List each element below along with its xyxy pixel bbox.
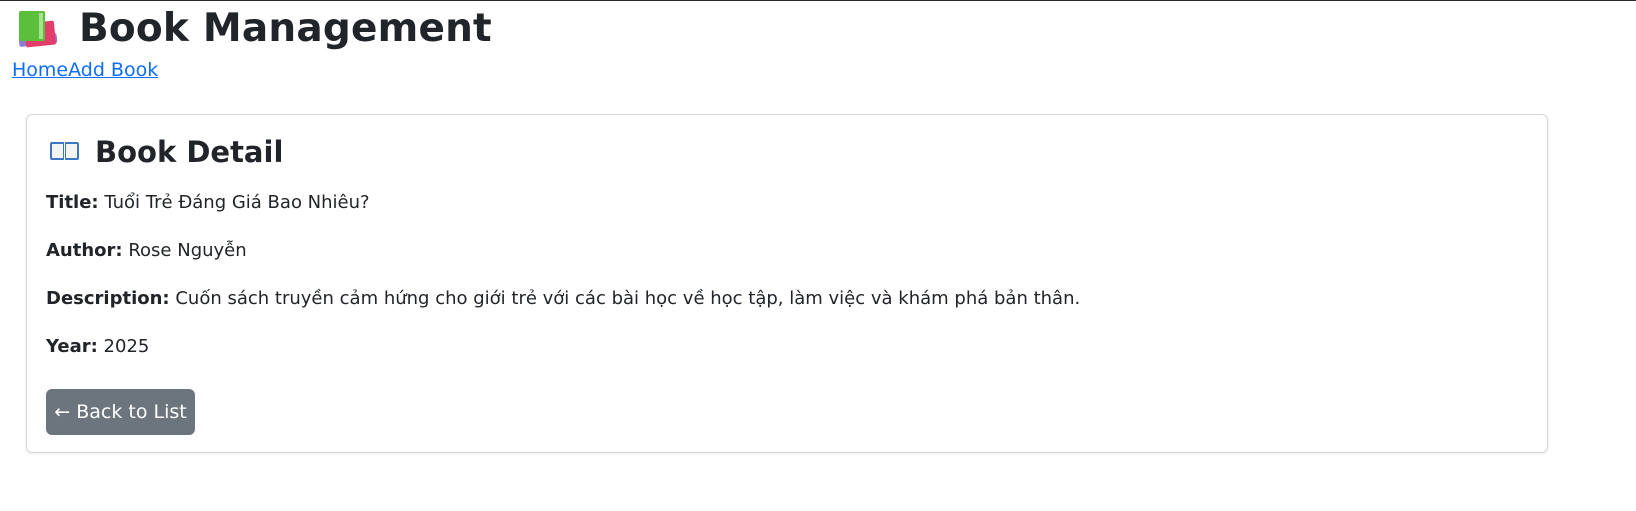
field-author: Author: Rose Nguyễn	[46, 240, 247, 261]
book-detail-card: Book Detail Title: Tuổi Trẻ Đáng Giá Bao…	[26, 114, 1548, 453]
back-to-list-button[interactable]: ← Back to List	[46, 389, 195, 435]
nav-link-home[interactable]: Home	[12, 59, 68, 81]
field-author-label: Author:	[46, 240, 123, 261]
field-title-label: Title:	[46, 192, 99, 213]
open-book-icon	[49, 140, 81, 164]
nav-link-add-book[interactable]: Add Book	[68, 59, 158, 81]
field-year-value: 2025	[103, 336, 150, 357]
field-title: Title: Tuổi Trẻ Đáng Giá Bao Nhiêu?	[46, 192, 370, 213]
top-border	[0, 0, 1636, 1]
books-icon	[17, 9, 61, 48]
card-header: Book Detail	[49, 135, 283, 169]
field-year: Year: 2025	[46, 336, 149, 357]
app-header: Book Management	[17, 2, 492, 54]
field-description-label: Description:	[46, 288, 170, 309]
card-heading: Book Detail	[95, 135, 284, 169]
field-year-label: Year:	[46, 336, 98, 357]
top-nav: Home Add Book	[12, 59, 158, 81]
field-title-value: Tuổi Trẻ Đáng Giá Bao Nhiêu?	[104, 192, 370, 213]
field-author-value: Rose Nguyễn	[128, 240, 247, 261]
field-description-value: Cuốn sách truyền cảm hứng cho giới trẻ v…	[175, 288, 1081, 309]
page-title: Book Management	[79, 5, 492, 51]
field-description: Description: Cuốn sách truyền cảm hứng c…	[46, 288, 1080, 309]
